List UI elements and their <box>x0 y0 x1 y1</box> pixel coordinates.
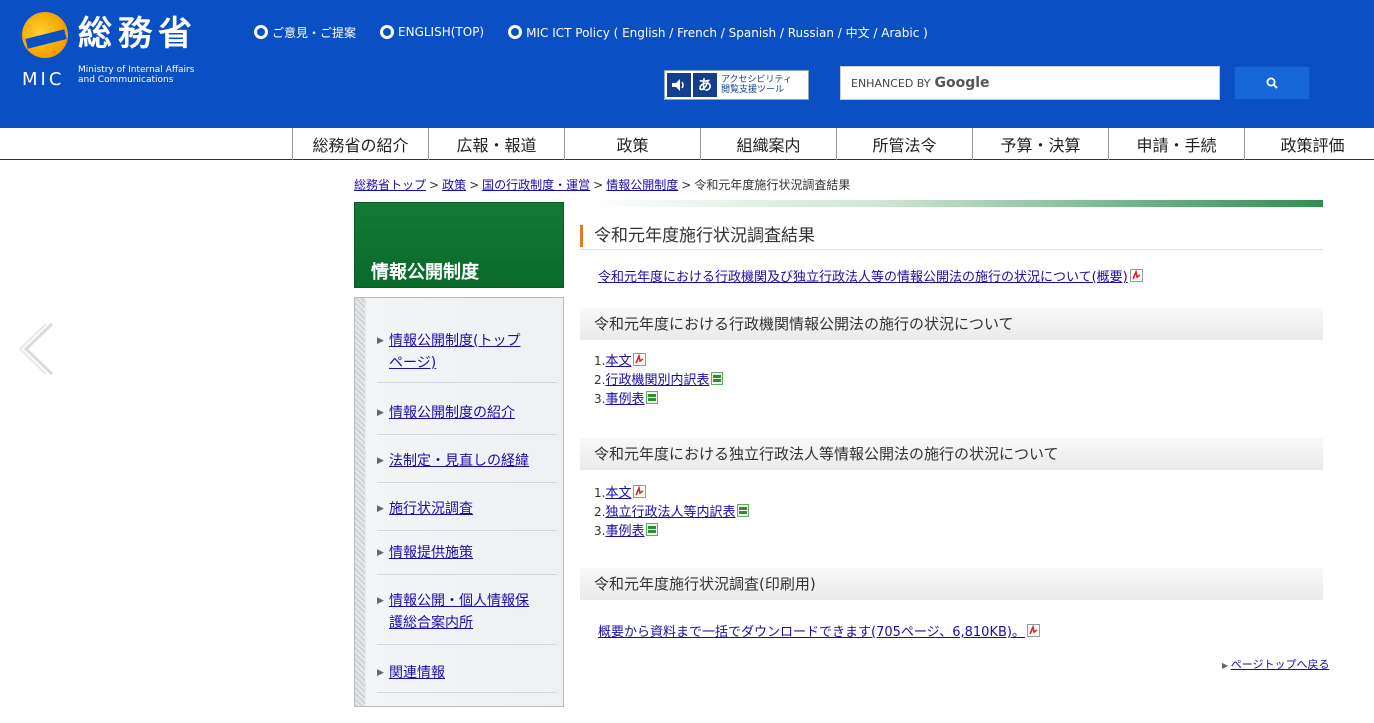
section-heading-admin-organs: 令和元年度における行政機関情報公開法の施行の状況について <box>580 308 1323 340</box>
nav-item-evaluation[interactable]: 政策評価 <box>1244 128 1374 160</box>
excel-icon <box>646 523 659 536</box>
english-top-link[interactable]: ENGLISH(TOP) <box>380 25 484 39</box>
sidebar-menu: ▶ 情報公開制度(トップ ページ) ▶ 情報公開制度の紹介 ▶ 法制定・見直しの経… <box>354 297 564 707</box>
sidebar-item-info-provision[interactable]: ▶ 情報提供施策 <box>377 542 557 564</box>
section-list-independent-agencies: 1.本文 2.独立行政法人等内訳表 3.事例表 <box>594 484 750 541</box>
sidebar-divider <box>377 574 557 575</box>
sidebar-item-related[interactable]: ▶ 関連情報 <box>377 662 557 684</box>
search-enhanced-label: ENHANCED BY <box>851 76 931 90</box>
triangle-right-icon: ▶ <box>377 596 384 606</box>
hiragana-a-icon: あ <box>693 73 717 97</box>
sidebar-divider <box>377 692 557 693</box>
speaker-icon <box>667 73 691 97</box>
breadcrumb: 総務省トップ > 政策 > 国の行政制度・運営 > 情報公開制度 > 令和元年度施行状況調査結果 <box>354 178 851 192</box>
sidebar-title: 情報公開制度 <box>371 262 479 283</box>
page-top-link[interactable]: ▶ ページトップへ戻る <box>1222 656 1329 672</box>
sidebar-divider <box>377 434 557 435</box>
ministry-logo[interactable]: 総務省 MIC Ministry of Internal Affairs and… <box>18 10 233 90</box>
circle-bullet-icon <box>254 25 268 39</box>
search-icon <box>1266 77 1278 89</box>
triangle-right-icon: ▶ <box>377 668 384 678</box>
nav-item-budget[interactable]: 予算・決算 <box>972 128 1108 160</box>
search-brand: Google <box>934 75 990 91</box>
logo-sun-icon <box>22 12 68 58</box>
green-gradient-bar <box>580 200 1323 207</box>
nav-item-organization[interactable]: 組織案内 <box>700 128 836 160</box>
sidebar-item-survey[interactable]: ▶ 施行状況調査 <box>377 498 557 520</box>
header-top-links: ご意見・ご提案 ENGLISH(TOP) MIC ICT Policy ( En… <box>254 22 952 42</box>
breadcrumb-link-top[interactable]: 総務省トップ <box>354 178 426 192</box>
logo-abbr: MIC <box>22 69 65 90</box>
section-heading-independent-agencies: 令和元年度における独立行政法人等情報公開法の施行の状況について <box>580 438 1323 470</box>
list-item: 3.事例表 <box>594 390 723 409</box>
ict-policy-link[interactable]: MIC ICT Policy ( English / French / Span… <box>508 24 928 41</box>
case-excel-link[interactable]: 事例表 <box>605 524 644 539</box>
case-excel-link[interactable]: 事例表 <box>605 392 644 407</box>
main-text-pdf-link[interactable]: 本文 <box>605 354 631 369</box>
global-nav-bar: 総務省の紹介 広報・報道 政策 組織案内 所管法令 予算・決算 申請・手続 政策… <box>0 128 1374 160</box>
triangle-right-icon: ▶ <box>1222 661 1231 670</box>
excel-icon <box>737 504 750 517</box>
sidebar-divider <box>377 530 557 531</box>
summary-pdf-link[interactable]: 令和元年度における行政機関及び独立行政法人等の情報公開法の施行の状況について(概… <box>598 266 1143 285</box>
breakdown-excel-link[interactable]: 独立行政法人等内訳表 <box>605 505 735 520</box>
breadcrumb-link-admin[interactable]: 国の行政制度・運営 <box>482 178 590 192</box>
list-item: 3.事例表 <box>594 522 749 541</box>
search-input[interactable]: ENHANCED BY Google <box>840 66 1220 100</box>
triangle-right-icon: ▶ <box>377 408 384 418</box>
logo-kanji: 総務省 <box>78 14 198 54</box>
sidebar-item-intro[interactable]: ▶ 情報公開制度の紹介 <box>377 402 557 424</box>
print-download-link[interactable]: 概要から資料まで一括でダウンロードできます(705ページ、6,810KB)。 <box>598 621 1040 640</box>
section-heading-print: 令和元年度施行状況調査(印刷用) <box>580 568 1323 600</box>
circle-bullet-icon <box>380 25 395 39</box>
pdf-icon <box>1026 624 1040 637</box>
pdf-icon <box>633 353 647 366</box>
nav-item-policy[interactable]: 政策 <box>564 128 700 160</box>
breadcrumb-link-policy[interactable]: 政策 <box>442 178 466 192</box>
sidebar-title-panel: 情報公開制度 <box>354 202 564 288</box>
sidebar-item-guide-office[interactable]: ▶ 情報公開・個人情報保 護総合案内所 <box>377 590 557 634</box>
triangle-right-icon: ▶ <box>377 504 384 514</box>
list-item: 1.本文 <box>594 484 749 503</box>
search-button[interactable] <box>1234 66 1310 100</box>
list-item: 2.独立行政法人等内訳表 <box>594 503 750 522</box>
opinion-link[interactable]: ご意見・ご提案 <box>254 24 356 41</box>
sidebar-divider <box>377 644 557 645</box>
accessibility-label: アクセシビリティ 閲覧支援ツール <box>721 75 793 95</box>
triangle-right-icon: ▶ <box>377 548 384 558</box>
excel-icon <box>646 391 659 404</box>
list-item: 1.本文 <box>594 352 723 371</box>
global-nav: 総務省の紹介 広報・報道 政策 組織案内 所管法令 予算・決算 申請・手続 政策… <box>292 128 1374 160</box>
sidebar-item-disclosure-top[interactable]: ▶ 情報公開制度(トップ ページ) <box>377 330 557 374</box>
list-item: 2.行政機関別内訳表 <box>594 371 724 390</box>
excel-icon <box>711 372 724 385</box>
circle-bullet-icon <box>508 25 523 39</box>
triangle-right-icon: ▶ <box>377 336 384 346</box>
section-list-admin-organs: 1.本文 2.行政機関別内訳表 3.事例表 <box>594 352 724 409</box>
site-header: 総務省 MIC Ministry of Internal Affairs and… <box>0 0 1374 128</box>
triangle-right-icon: ▶ <box>377 456 384 466</box>
sidebar-divider <box>377 382 557 383</box>
nav-item-applications[interactable]: 申請・手続 <box>1108 128 1244 160</box>
nav-item-about[interactable]: 総務省の紹介 <box>292 128 428 160</box>
nav-item-laws[interactable]: 所管法令 <box>836 128 972 160</box>
pdf-icon <box>633 485 647 498</box>
pdf-icon <box>1129 269 1143 282</box>
back-arrow-icon[interactable] <box>18 322 58 376</box>
sidebar-item-history[interactable]: ▶ 法制定・見直しの経緯 <box>377 450 557 472</box>
breakdown-excel-link[interactable]: 行政機関別内訳表 <box>605 373 709 388</box>
accessibility-tool-button[interactable]: あ アクセシビリティ 閲覧支援ツール <box>664 70 809 100</box>
sidebar-divider <box>377 482 557 483</box>
breadcrumb-link-disclosure[interactable]: 情報公開制度 <box>606 178 678 192</box>
breadcrumb-current: 令和元年度施行状況調査結果 <box>694 178 851 192</box>
nav-item-press[interactable]: 広報・報道 <box>428 128 564 160</box>
main-text-pdf-link[interactable]: 本文 <box>605 486 631 501</box>
page-title: 令和元年度施行状況調査結果 <box>580 224 1323 250</box>
logo-ministry-en: Ministry of Internal Affairs and Communi… <box>78 65 195 85</box>
